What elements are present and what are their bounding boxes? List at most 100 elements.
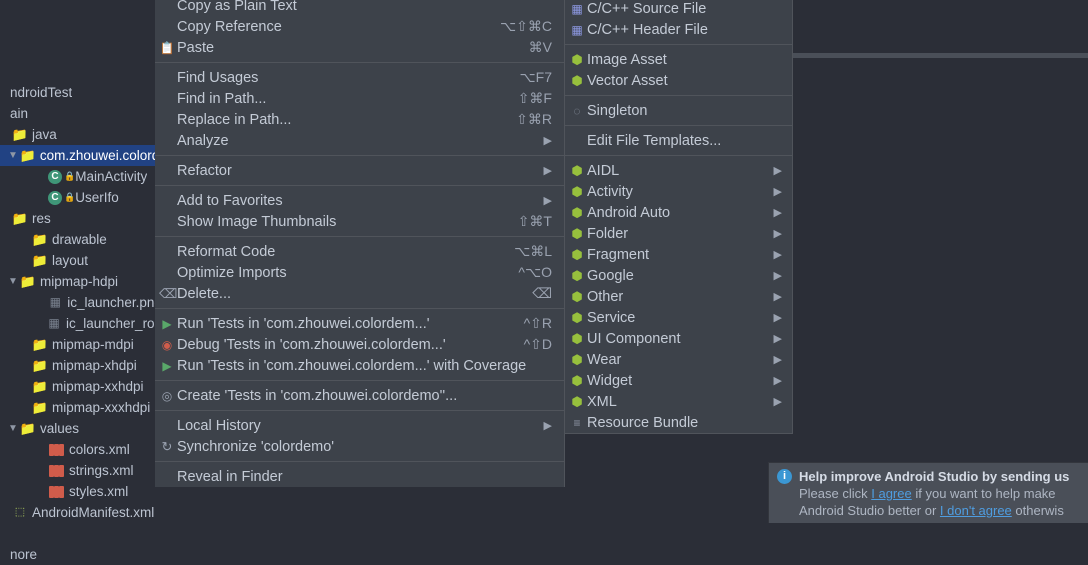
tree-label: ic_launcher_round <box>66 313 155 334</box>
tree-row[interactable] <box>0 523 155 544</box>
submenu-label: Image Asset <box>587 52 782 68</box>
submenu-item[interactable]: Edit File Templates... <box>565 130 792 151</box>
tree-row[interactable]: ndroidTest <box>0 82 155 103</box>
context-menu-item[interactable]: Run 'Tests in 'com.zhouwei.colordem...'^… <box>155 313 564 334</box>
tree-label: layout <box>52 250 88 271</box>
android-icon <box>569 247 585 263</box>
menu-separator <box>565 44 792 45</box>
tree-row[interactable]: drawable <box>0 229 155 250</box>
android-icon <box>569 184 585 200</box>
tree-row[interactable]: strings.xml <box>0 460 155 481</box>
context-menu-item[interactable]: Run 'Tests in 'com.zhouwei.colordem...' … <box>155 355 564 376</box>
context-menu-item[interactable]: Find in Path...⇧⌘F <box>155 88 564 109</box>
tree-row[interactable]: mipmap-xxxhdpi <box>0 397 155 418</box>
tree-row[interactable]: mipmap-xxhdpi <box>0 376 155 397</box>
menu-separator <box>565 125 792 126</box>
tree-row[interactable]: res <box>0 208 155 229</box>
submenu-item[interactable]: C/C++ Header File <box>565 19 792 40</box>
context-menu-item[interactable]: Analyze▶ <box>155 130 564 151</box>
class-icon <box>48 191 62 205</box>
context-menu-item[interactable]: Optimize Imports^⌥O <box>155 262 564 283</box>
editor-tab-strip <box>793 53 1088 58</box>
tree-label: ic_launcher.png <box>67 292 155 313</box>
submenu-item[interactable]: Vector Asset <box>565 70 792 91</box>
context-menu-item[interactable]: Paste⌘V <box>155 37 564 58</box>
submenu-item[interactable]: Service▶ <box>565 307 792 328</box>
tree-row[interactable]: ⬚AndroidManifest.xml <box>0 502 155 523</box>
context-menu-item[interactable]: Debug 'Tests in 'com.zhouwei.colordem...… <box>155 334 564 355</box>
shortcut-label: ⇧⌘R <box>516 111 552 128</box>
context-menu-item[interactable]: Add to Favorites▶ <box>155 190 564 211</box>
tree-row[interactable]: mipmap-mdpi <box>0 334 155 355</box>
submenu-arrow-icon: ▶ <box>774 353 782 366</box>
tree-row[interactable]: nore <box>0 544 155 565</box>
submenu-item[interactable]: Widget▶ <box>565 370 792 391</box>
tree-row[interactable]: colors.xml <box>0 439 155 460</box>
tree-label: colors.xml <box>69 439 130 460</box>
context-menu-item[interactable]: Create 'Tests in 'com.zhouwei.colordemo'… <box>155 385 564 406</box>
tree-row[interactable]: mipmap-xhdpi <box>0 355 155 376</box>
context-menu-item[interactable]: Show Image Thumbnails⇧⌘T <box>155 211 564 232</box>
context-menu-item[interactable]: Find Usages⌥F7 <box>155 67 564 88</box>
chevron-open-icon[interactable] <box>8 145 18 166</box>
context-menu-item[interactable]: Synchronize 'colordemo' <box>155 436 564 457</box>
delete-key-icon: ⌫ <box>532 285 552 302</box>
context-menu-item[interactable]: Replace in Path...⇧⌘R <box>155 109 564 130</box>
submenu-item[interactable]: Folder▶ <box>565 223 792 244</box>
submenu-item[interactable]: Fragment▶ <box>565 244 792 265</box>
manifest-icon: ⬚ <box>12 505 28 521</box>
submenu-arrow-icon: ▶ <box>544 194 552 207</box>
submenu-item[interactable]: Activity▶ <box>565 181 792 202</box>
tree-row[interactable] <box>0 0 155 19</box>
context-menu-item[interactable]: Copy Reference⌥⇧⌘C <box>155 16 564 37</box>
tree-row[interactable] <box>0 61 155 82</box>
tree-row[interactable]: layout <box>0 250 155 271</box>
class-icon <box>48 170 62 184</box>
tree-row[interactable]: com.zhouwei.colorde <box>0 145 155 166</box>
tree-row[interactable]: 🔒UserIfo <box>0 187 155 208</box>
chevron-open-icon[interactable] <box>8 418 18 439</box>
i-agree-link[interactable]: I agree <box>871 486 911 501</box>
context-menu-item[interactable]: Reformat Code⌥⌘L <box>155 241 564 262</box>
tree-row[interactable]: java <box>0 124 155 145</box>
android-icon <box>569 310 585 326</box>
tree-row[interactable]: values <box>0 418 155 439</box>
context-menu-item[interactable]: Delete...⌫ <box>155 283 564 304</box>
shortcut-label: ⌘V <box>529 39 552 56</box>
tree-label: mipmap-mdpi <box>52 334 134 355</box>
context-menu-label: Synchronize 'colordemo' <box>177 439 552 455</box>
submenu-item[interactable]: XML▶ <box>565 391 792 412</box>
chevron-open-icon[interactable] <box>8 271 18 292</box>
menu-separator <box>155 410 564 411</box>
menu-separator <box>155 461 564 462</box>
submenu-item[interactable]: Image Asset <box>565 49 792 70</box>
context-menu-item[interactable]: Reveal in Finder <box>155 466 564 487</box>
i-dont-agree-link[interactable]: I don't agree <box>940 503 1012 518</box>
tree-row[interactable]: ain <box>0 103 155 124</box>
menu-separator <box>565 95 792 96</box>
tree-row[interactable]: ic_launcher_round <box>0 313 155 334</box>
submenu-item[interactable]: C/C++ Source File <box>565 0 792 19</box>
shortcut-label: ^⇧R <box>524 315 552 332</box>
submenu-item[interactable]: UI Component▶ <box>565 328 792 349</box>
submenu-item[interactable]: Resource Bundle <box>565 412 792 433</box>
tree-label: nore <box>10 544 37 565</box>
context-menu-item[interactable]: Local History▶ <box>155 415 564 436</box>
submenu-item[interactable]: Wear▶ <box>565 349 792 370</box>
menu-separator <box>155 155 564 156</box>
tree-row[interactable] <box>0 40 155 61</box>
submenu-item[interactable]: Other▶ <box>565 286 792 307</box>
tree-row[interactable]: ic_launcher.png <box>0 292 155 313</box>
context-menu-item[interactable]: Copy as Plain Text <box>155 0 564 16</box>
submenu-item[interactable]: Google▶ <box>565 265 792 286</box>
submenu-item[interactable]: Singleton <box>565 100 792 121</box>
tree-label: res <box>32 208 51 229</box>
tree-row[interactable] <box>0 19 155 40</box>
tree-row[interactable]: 🔒MainActivity <box>0 166 155 187</box>
folder-icon <box>32 358 48 374</box>
tree-row[interactable]: styles.xml <box>0 481 155 502</box>
submenu-item[interactable]: AIDL▶ <box>565 160 792 181</box>
context-menu-item[interactable]: Refactor▶ <box>155 160 564 181</box>
tree-row[interactable]: mipmap-hdpi <box>0 271 155 292</box>
submenu-item[interactable]: Android Auto▶ <box>565 202 792 223</box>
